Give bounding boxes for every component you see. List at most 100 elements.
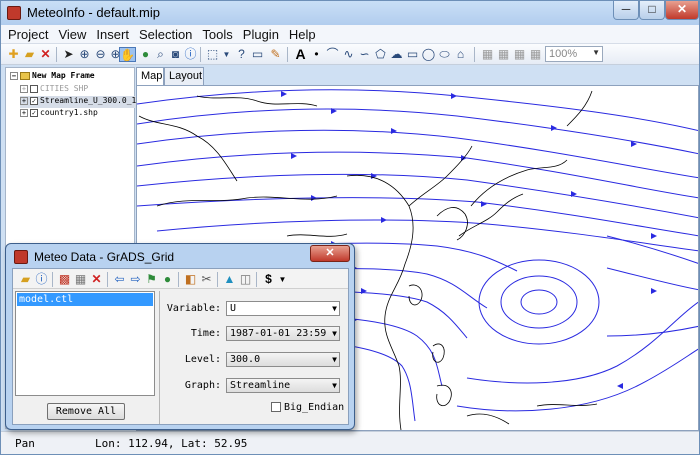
menu-help[interactable]: Help — [282, 25, 319, 42]
globe-icon[interactable]: ● — [138, 47, 153, 62]
minimize-button[interactable]: ─ — [613, 1, 639, 20]
pan-hand-icon[interactable]: ✋ — [119, 47, 136, 62]
layer-checkbox[interactable]: ✓ — [30, 96, 38, 105]
new-project-icon[interactable]: ✚ — [6, 47, 21, 62]
layer-checkbox[interactable]: ✓ — [30, 108, 38, 117]
layer-item-cities[interactable]: + CITIES SHP — [20, 84, 88, 96]
remove-layer-icon[interactable]: ✕ — [38, 47, 53, 62]
dropdown-arrow-icon[interactable]: ▼ — [275, 272, 290, 287]
list-item[interactable]: model.ctl — [17, 293, 153, 306]
chevron-down-icon: ▼ — [332, 355, 337, 364]
expand-icon[interactable]: + — [20, 96, 28, 105]
graph-select[interactable]: Streamline ▼ — [226, 378, 340, 393]
freehand-icon[interactable]: ∿ — [341, 47, 356, 62]
dialog-toolbar: ▰ ⓘ ▩ ▦ ✕ ⇦ ⇨ ⚑ ● ◧ ✂ ▲ ◫ $ ▼ — [13, 269, 348, 289]
curve-polygon-icon[interactable]: ☁ — [389, 47, 404, 62]
app-icon — [7, 6, 21, 20]
variable-select[interactable]: U ▼ — [226, 301, 340, 316]
select-arrow-icon[interactable]: ➤ — [61, 47, 76, 62]
big-endian-label: Big_Endian — [284, 402, 345, 413]
folder-icon — [20, 71, 30, 80]
open-folder-icon[interactable]: ▰ — [18, 272, 33, 287]
main-toolbar: ✚ ▰ ✕ ➤ ⊕ ⊖ ⊕ ✋ ● ⌕ ◙ ⓘ ⬚ ▼ ? ▭ ✎ A • ⌒ … — [1, 44, 699, 65]
identify-icon[interactable]: ⌕ — [153, 47, 168, 62]
menu-plugin[interactable]: Plugin — [236, 25, 282, 42]
graph-value: Streamline — [230, 380, 291, 391]
close-button[interactable]: ✕ — [665, 1, 699, 20]
zoom-select[interactable]: 100% ▼ — [545, 46, 603, 62]
time-select[interactable]: 1987-01-01 23:59 ▼ — [226, 326, 340, 341]
ellipse-icon[interactable]: ⬭ — [437, 47, 452, 62]
menu-selection[interactable]: Selection — [132, 25, 195, 42]
toolbar-separator — [474, 47, 475, 62]
expand-icon[interactable]: + — [20, 84, 28, 93]
layout-c-icon[interactable]: ▦ — [512, 47, 527, 62]
section-icon[interactable]: ● — [160, 272, 175, 287]
toolbar-separator — [107, 272, 108, 287]
point-icon[interactable]: • — [309, 47, 324, 62]
tools-icon[interactable]: ✂ — [199, 272, 214, 287]
dialog-title: Meteo Data - GrADS_Grid — [34, 250, 175, 264]
home-icon[interactable]: ⌂ — [453, 47, 468, 62]
layer-label: country1.shp — [40, 108, 98, 117]
measure-icon[interactable]: ▭ — [250, 47, 265, 62]
script-icon[interactable]: $ — [261, 272, 276, 287]
dialog-close-button[interactable]: ✕ — [310, 245, 350, 262]
tab-map[interactable]: Map — [136, 67, 164, 85]
remove-icon[interactable]: ✕ — [89, 272, 104, 287]
expand-icon[interactable]: + — [20, 108, 28, 117]
time-label: Time: — [190, 328, 221, 339]
menu-tools[interactable]: Tools — [195, 25, 235, 42]
map-frame-label: New Map Frame — [32, 71, 95, 80]
checkbox-box[interactable] — [271, 402, 281, 412]
plot-data-icon[interactable]: ▩ — [57, 272, 72, 287]
tab-layout[interactable]: Layout — [164, 67, 204, 85]
chart-icon[interactable]: ▲ — [222, 272, 237, 287]
info-icon[interactable]: ⓘ — [34, 272, 49, 287]
menu-insert[interactable]: Insert — [89, 25, 132, 42]
layout-b-icon[interactable]: ▦ — [496, 47, 511, 62]
window-title: MeteoInfo - default.mip — [27, 5, 160, 20]
graph-icon[interactable]: ◫ — [238, 272, 253, 287]
polyline-icon[interactable]: ⌒ — [325, 47, 340, 62]
toolbar-separator — [52, 272, 53, 287]
zoom-extent-icon[interactable]: ◙ — [168, 47, 183, 62]
variable-value: U — [230, 303, 237, 314]
layer-checkbox[interactable] — [30, 84, 38, 93]
remove-all-button[interactable]: Remove All — [47, 403, 125, 420]
circle-icon[interactable]: ◯ — [421, 47, 436, 62]
chevron-down-icon: ▼ — [332, 381, 337, 390]
polygon-icon[interactable]: ⬠ — [373, 47, 388, 62]
file-list[interactable]: model.ctl — [15, 291, 155, 396]
text-icon[interactable]: A — [293, 47, 308, 62]
layer-item-streamline[interactable]: + ✓ Streamline_U_300.0_198 — [20, 96, 146, 108]
layout-d-icon[interactable]: ▦ — [528, 47, 543, 62]
help-query-icon[interactable]: ? — [234, 47, 249, 62]
arrow-left-icon[interactable]: ⇦ — [112, 272, 127, 287]
zoom-out-icon[interactable]: ⊖ — [93, 47, 108, 62]
menu-project[interactable]: Project — [1, 25, 51, 42]
layout-a-icon[interactable]: ▦ — [480, 47, 495, 62]
rectangle-icon[interactable]: ▭ — [405, 47, 420, 62]
settings-icon[interactable]: ◧ — [183, 272, 198, 287]
curve-icon[interactable]: ∽ — [357, 47, 372, 62]
level-select[interactable]: 300.0 ▼ — [226, 352, 340, 367]
arrow-right-icon[interactable]: ⇨ — [128, 272, 143, 287]
layer-label: Streamline_U_300.0_198 — [40, 96, 146, 105]
zoom-in-icon[interactable]: ⊕ — [77, 47, 92, 62]
big-endian-checkbox[interactable]: Big_Endian — [271, 402, 344, 413]
layer-item-country[interactable]: + ✓ country1.shp — [20, 108, 98, 120]
maximize-button[interactable]: □ — [639, 1, 665, 20]
dropdown-arrow-icon[interactable]: ▼ — [219, 47, 234, 62]
menu-view[interactable]: View — [51, 25, 89, 42]
edit-icon[interactable]: ✎ — [268, 47, 283, 62]
chevron-down-icon: ▼ — [592, 48, 600, 57]
map-frame-item[interactable]: − New Map Frame — [10, 71, 95, 83]
select-rect-icon[interactable]: ⬚ — [205, 47, 220, 62]
open-folder-icon[interactable]: ▰ — [22, 47, 37, 62]
table-icon[interactable]: ▦ — [73, 272, 88, 287]
info-icon[interactable]: ⓘ — [183, 47, 198, 62]
divider — [159, 291, 160, 424]
collapse-icon[interactable]: − — [10, 71, 18, 80]
animate-icon[interactable]: ⚑ — [144, 272, 159, 287]
